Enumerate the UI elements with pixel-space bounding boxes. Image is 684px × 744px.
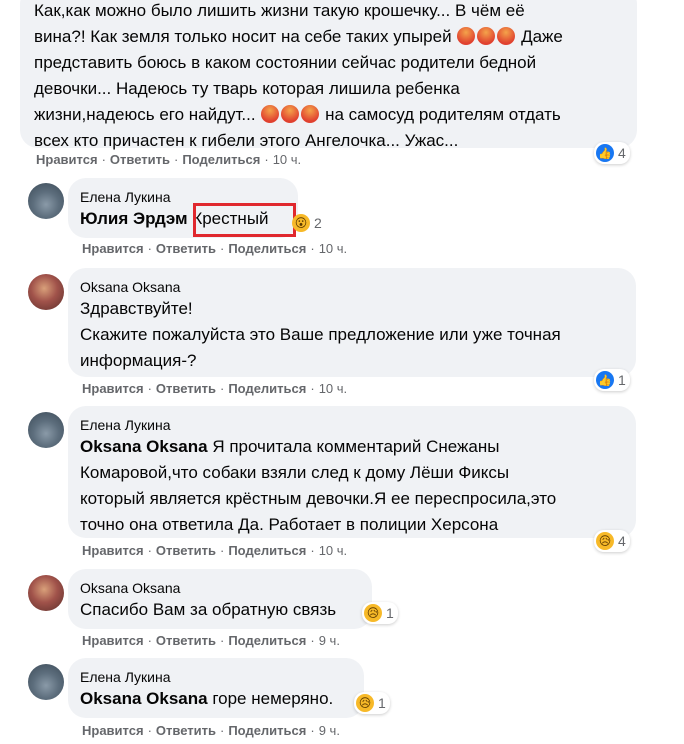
reaction-summary[interactable]: 😥 1 — [354, 692, 390, 714]
share-link[interactable]: Поделиться — [228, 241, 306, 256]
comment-actions: Нравится · Ответить · Поделиться · 10 ч. — [82, 543, 347, 558]
reply-link[interactable]: Ответить — [110, 152, 170, 167]
separator: · — [310, 381, 315, 396]
reaction-count: 1 — [386, 605, 394, 621]
separator: · — [147, 723, 152, 738]
comment-actions: Нравится · Ответить · Поделиться · 10 ч. — [82, 381, 347, 396]
like-link[interactable]: Нравится — [82, 381, 144, 396]
timestamp[interactable]: 10 ч. — [319, 543, 347, 558]
timestamp[interactable]: 10 ч. — [273, 152, 301, 167]
comment-text: Как,как можно было лишить жизни такую кр… — [34, 1, 563, 150]
reply-link[interactable]: Ответить — [156, 381, 216, 396]
comment-author[interactable]: Елена Лукина — [80, 668, 352, 686]
separator: · — [219, 723, 225, 738]
comment-actions: Нравится · Ответить · Поделиться · 10 ч. — [82, 241, 347, 256]
comment-bubble: Oksana Oksana Здравствуйте! Скажите пожа… — [68, 268, 636, 377]
timestamp[interactable]: 10 ч. — [319, 241, 347, 256]
separator: · — [147, 543, 152, 558]
like-link[interactable]: Нравится — [82, 241, 144, 256]
wow-icon: 😮 — [292, 214, 310, 232]
angry-emoji-icon — [477, 27, 496, 45]
avatar[interactable] — [28, 183, 64, 219]
share-link[interactable]: Поделиться — [182, 152, 260, 167]
angry-emoji-icon — [301, 105, 320, 123]
like-link[interactable]: Нравится — [82, 633, 144, 648]
separator: · — [219, 633, 225, 648]
comment-bubble: Елена Лукина Oksana Oksana Я прочитала к… — [68, 406, 636, 538]
reaction-summary[interactable]: 😮 2 — [290, 212, 326, 234]
avatar[interactable] — [28, 412, 64, 448]
comment-author[interactable]: Oksana Oksana — [80, 278, 624, 296]
comment-actions: Нравится · Ответить · Поделиться · 10 ч. — [36, 152, 301, 167]
share-link[interactable]: Поделиться — [228, 543, 306, 558]
reaction-count: 4 — [618, 533, 626, 549]
separator: · — [310, 723, 315, 738]
comment-actions: Нравится · Ответить · Поделиться · 9 ч. — [82, 633, 340, 648]
reaction-count: 2 — [314, 215, 322, 231]
timestamp[interactable]: 9 ч. — [319, 723, 340, 738]
separator: · — [147, 633, 152, 648]
like-icon: 👍 — [596, 144, 614, 162]
reaction-summary[interactable]: 👍 1 — [594, 369, 630, 391]
reaction-count: 4 — [618, 145, 626, 161]
comment-text: Oksana Oksana горе немеряно. — [80, 686, 352, 712]
mention-link[interactable]: Oksana Oksana — [80, 689, 208, 708]
comment-bubble: Oksana Oksana Спасибо Вам за обратную св… — [68, 569, 372, 629]
angry-emoji-icon — [497, 27, 516, 45]
separator: · — [219, 543, 225, 558]
separator: · — [219, 241, 225, 256]
comment-author[interactable]: Елена Лукина — [80, 416, 624, 434]
timestamp[interactable]: 10 ч. — [319, 381, 347, 396]
timestamp[interactable]: 9 ч. — [319, 633, 340, 648]
share-link[interactable]: Поделиться — [228, 381, 306, 396]
angry-emoji-icon — [457, 27, 476, 45]
comment-actions: Нравится · Ответить · Поделиться · 9 ч. — [82, 723, 340, 738]
like-icon: 👍 — [596, 371, 614, 389]
sad-icon: 😥 — [364, 604, 382, 622]
reaction-summary[interactable]: 👍 4 — [594, 142, 630, 164]
comment-bubble: Елена Лукина Oksana Oksana горе немеряно… — [68, 658, 364, 718]
share-link[interactable]: Поделиться — [228, 723, 306, 738]
mention-link[interactable]: Oksana Oksana — [80, 437, 208, 456]
separator: · — [310, 241, 315, 256]
separator: · — [310, 543, 315, 558]
avatar[interactable] — [28, 274, 64, 310]
avatar[interactable] — [28, 664, 64, 700]
reply-link[interactable]: Ответить — [156, 241, 216, 256]
comment-body: горе немеряно. — [212, 689, 334, 708]
sad-icon: 😥 — [356, 694, 374, 712]
comment-text: Спасибо Вам за обратную связь — [80, 600, 337, 619]
share-link[interactable]: Поделиться — [228, 633, 306, 648]
like-link[interactable]: Нравится — [36, 152, 98, 167]
separator: · — [310, 633, 315, 648]
separator: · — [264, 152, 269, 167]
reaction-count: 1 — [378, 695, 386, 711]
separator: · — [101, 152, 106, 167]
like-link[interactable]: Нравится — [82, 543, 144, 558]
angry-emoji-icon — [261, 105, 280, 123]
reaction-summary[interactable]: 😥 1 — [362, 602, 398, 624]
reply-link[interactable]: Ответить — [156, 723, 216, 738]
mention-link[interactable]: Юлия Эрдэм — [80, 209, 188, 228]
separator: · — [147, 241, 152, 256]
sad-icon: 😥 — [596, 532, 614, 550]
comment-text: Oksana Oksana Я прочитала комментарий Сн… — [80, 437, 557, 534]
comment-text: Здравствуйте! Скажите пожалуйста это Ваш… — [80, 299, 561, 370]
reaction-count: 1 — [618, 372, 626, 388]
separator: · — [147, 381, 152, 396]
comment-author[interactable]: Oksana Oksana — [80, 579, 360, 597]
comment-bubble: Как,как можно было лишить жизни такую кр… — [20, 0, 637, 150]
separator: · — [219, 381, 225, 396]
avatar[interactable] — [28, 575, 64, 611]
separator: · — [173, 152, 179, 167]
highlight-box — [193, 203, 296, 237]
reaction-summary[interactable]: 😥 4 — [594, 530, 630, 552]
reply-link[interactable]: Ответить — [156, 633, 216, 648]
reply-link[interactable]: Ответить — [156, 543, 216, 558]
angry-emoji-icon — [281, 105, 300, 123]
like-link[interactable]: Нравится — [82, 723, 144, 738]
